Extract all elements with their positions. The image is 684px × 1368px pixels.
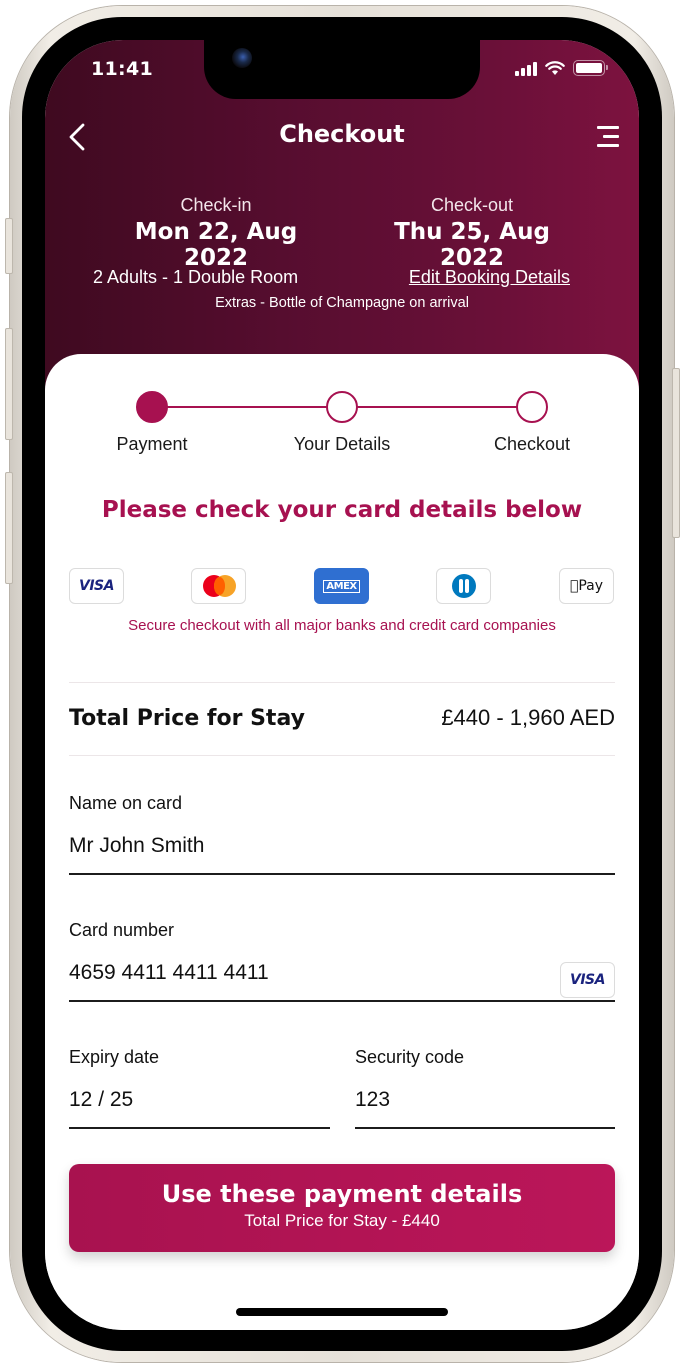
status-icons — [515, 60, 608, 76]
checkin: Check-in Mon 22, Aug 2022 — [103, 195, 329, 271]
cta-label: Use these payment details — [161, 1180, 523, 1208]
name-on-card-input[interactable] — [69, 831, 615, 861]
screen: 11:41 Checkout Check-in Mon 22, Aug 2022… — [45, 40, 639, 1330]
mastercard-logo-icon — [191, 568, 246, 604]
checkout: Check-out Thu 25, Aug 2022 — [359, 195, 585, 271]
expiry-date-label: Expiry date — [69, 1047, 160, 1067]
security-code-input[interactable] — [355, 1085, 615, 1115]
wifi-icon — [545, 61, 565, 75]
expiry-date-field: Expiry date — [69, 1047, 330, 1129]
checkout-date: Thu 25, Aug 2022 — [394, 219, 550, 271]
diners-club-logo-icon — [436, 568, 491, 604]
expiry-date-input[interactable] — [69, 1085, 330, 1115]
total-price-row: Total Price for Stay £440 - 1,960 AED — [69, 705, 615, 731]
total-price-label: Total Price for Stay — [69, 705, 305, 731]
use-payment-details-button[interactable]: Use these payment details Total Price fo… — [69, 1164, 615, 1252]
step-label: Checkout — [493, 434, 571, 454]
amex-logo-icon: AMEX — [314, 568, 369, 604]
security-code-label: Security code — [355, 1047, 465, 1067]
card-number-label: Card number — [69, 920, 175, 940]
volume-up-button — [5, 328, 13, 440]
field-underline — [69, 1127, 330, 1129]
visa-logo-icon: VISA — [69, 568, 124, 604]
progress-stepper: Payment Your Details Checkout — [45, 391, 639, 461]
divider — [69, 755, 615, 756]
divider — [69, 682, 615, 683]
status-time: 11:41 — [91, 58, 153, 80]
home-indicator[interactable] — [236, 1308, 448, 1316]
apple-pay-logo-icon: Pay — [559, 568, 614, 604]
total-price-value: £440 - 1,960 AED — [441, 705, 615, 730]
page-title: Checkout — [279, 120, 405, 148]
card-number-field: Card number VISA — [69, 920, 615, 1002]
battery-icon — [573, 60, 608, 76]
section-heading: Please check your card details below — [101, 497, 583, 523]
visa-card-brand-icon: VISA — [560, 962, 615, 998]
step-dot-checkout[interactable] — [516, 391, 548, 423]
checkin-label: Check-in — [180, 195, 252, 215]
silent-switch — [5, 218, 13, 274]
extras-text: Extras - Bottle of Champagne on arrival — [215, 295, 469, 311]
step-dot-your-details[interactable] — [326, 391, 358, 423]
camera-icon — [232, 48, 252, 68]
step-connector — [152, 406, 342, 408]
name-on-card-field: Name on card — [69, 793, 615, 875]
field-underline — [69, 1000, 615, 1002]
menu-icon[interactable] — [593, 126, 619, 150]
field-underline — [69, 873, 615, 875]
guests-room: 2 Adults - 1 Double Room — [93, 267, 299, 287]
secure-checkout-note: Secure checkout with all major banks and… — [128, 617, 556, 634]
cellular-signal-icon — [515, 62, 537, 76]
name-on-card-label: Name on card — [69, 793, 183, 813]
security-code-field: Security code — [355, 1047, 615, 1129]
field-underline — [355, 1127, 615, 1129]
accepted-cards: VISA AMEX Pay — [69, 568, 615, 604]
step-label: Your Details — [293, 434, 391, 454]
power-button — [672, 368, 680, 538]
checkout-label: Check-out — [430, 195, 514, 215]
step-label: Payment — [116, 434, 188, 454]
volume-down-button — [5, 472, 13, 584]
step-dot-payment[interactable] — [136, 391, 168, 423]
edit-booking-link[interactable]: Edit Booking Details — [409, 267, 570, 288]
step-connector — [342, 406, 532, 408]
cta-sublabel: Total Price for Stay - £440 — [244, 1211, 440, 1230]
checkin-date: Mon 22, Aug 2022 — [134, 219, 298, 271]
card-number-input[interactable] — [69, 958, 615, 988]
